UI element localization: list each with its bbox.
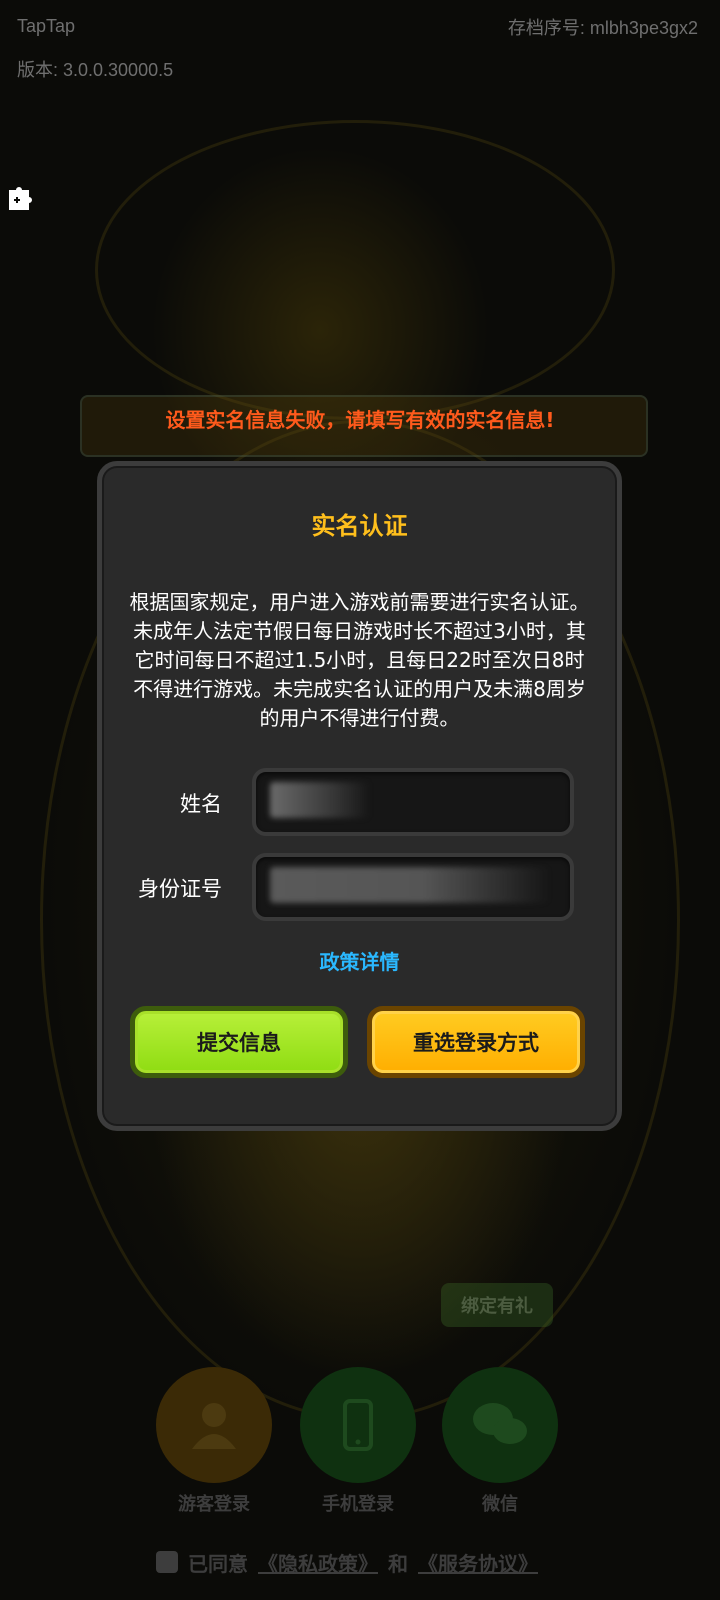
privacy-policy-link: 《隐私政策》 [258,1551,378,1576]
wechat-icon [473,1403,527,1444]
agreement-row: 已同意 《隐私政策》 和 《服务协议》 [156,1545,538,1579]
name-label: 姓名 [180,792,222,816]
policy-details-link[interactable]: 政策详情 [102,946,617,975]
id-number-label: 身份证号 [138,877,222,901]
phone-icon [343,1399,373,1451]
guest-login-label: 游客登录 [178,1494,250,1515]
top-left-info: TapTap 版本: 3.0.0.30000.5 [17,14,173,82]
name-input[interactable] [252,768,574,836]
reselect-login-button[interactable]: 重选登录方式 [367,1006,585,1078]
agree-prefix: 已同意 [188,1551,248,1576]
service-agreement-link: 《服务协议》 [418,1551,538,1576]
and-text: 和 [388,1551,408,1576]
app-name: TapTap [17,16,76,36]
puzzle-icon[interactable] [6,182,36,212]
guest-login-button [156,1367,272,1483]
redacted-id-number [270,867,550,903]
phone-login-label: 手机登录 [322,1494,394,1515]
dialog-title: 实名认证 [311,512,408,540]
wechat-login-label: 微信 [482,1494,518,1515]
background-art-outline [95,120,615,420]
phone-login-button [300,1367,416,1483]
version-label: 版本: 3.0.0.30000.5 [17,60,174,80]
agree-checkbox [156,1551,178,1573]
real-name-auth-dialog: 实名认证 根据国家规定，用户进入游戏前需要进行实名认证。未成年人法定节假日每日游… [97,461,622,1131]
redacted-name [270,782,370,818]
wechat-login-button [442,1367,558,1483]
error-message: 设置实名信息失败，请填写有效的实名信息! [165,408,555,432]
id-number-input[interactable] [252,853,574,921]
submit-info-button[interactable]: 提交信息 [130,1006,348,1078]
bind-gift-button: 绑定有礼 [441,1283,553,1327]
person-icon [192,1403,236,1449]
regulation-notice: 根据国家规定，用户进入游戏前需要进行实名认证。未成年人法定节假日每日游戏时长不超… [129,590,590,730]
save-id-label: 存档序号: mlbh3pe3gx2 [507,18,698,38]
